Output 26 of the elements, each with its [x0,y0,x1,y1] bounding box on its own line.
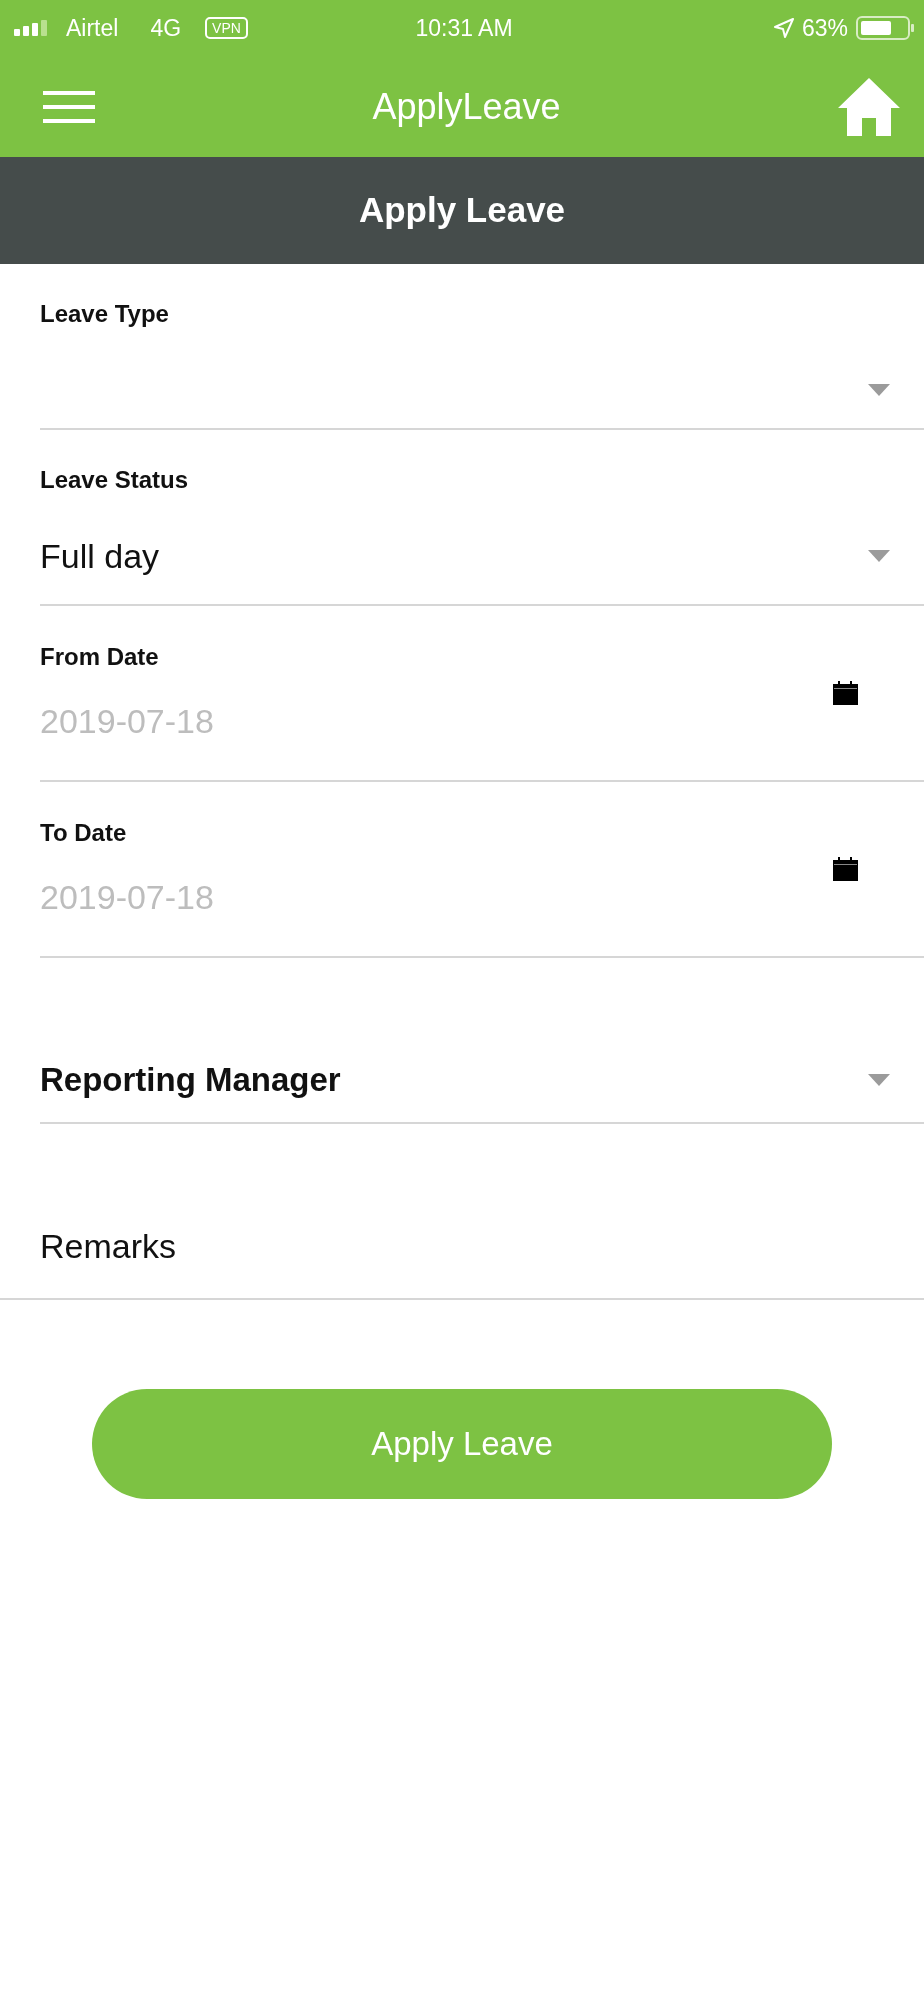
battery-percent: 63% [801,13,848,43]
menu-button[interactable] [43,90,95,123]
dropdown-caret-icon [868,550,890,562]
network-type: 4G [150,13,182,43]
field-label: To Date [40,818,128,848]
clock-time: 10:31 AM [415,13,513,43]
signal-icon [14,20,50,36]
field-label: From Date [40,642,160,672]
dropdown-caret-icon [868,1074,890,1086]
remarks-field[interactable]: Remarks [40,1226,340,1266]
calendar-icon[interactable] [833,681,858,705]
dropdown-caret-icon [868,384,890,396]
field-label: Leave Status [40,465,190,495]
home-button[interactable] [838,77,900,136]
page-heading: Apply Leave [358,189,566,232]
vpn-badge: VPN [205,17,248,39]
field-label: Leave Type [40,299,170,329]
app-title: ApplyLeave [372,84,561,129]
date-field[interactable]: 2019-07-18 [40,877,340,917]
dropdown-field[interactable]: Full day [40,536,890,576]
battery-icon [856,16,914,40]
calendar-icon[interactable] [833,857,858,881]
dropdown-field[interactable]: Reporting Manager [40,1060,890,1100]
location-arrow-icon [773,18,794,38]
carrier-name: Airtel [66,13,119,43]
date-field[interactable]: 2019-07-18 [40,701,340,741]
